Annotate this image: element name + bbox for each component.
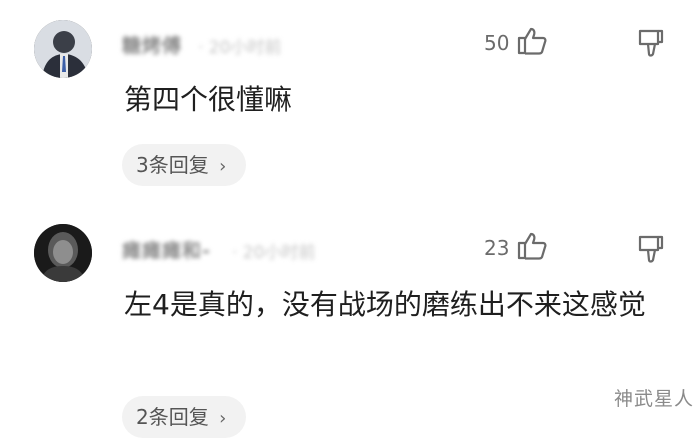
comment-item: 瘫瘫瘫和- · 20小时前 23 左4是真的，没有战场的磨练出不来这感觉 2条回… <box>0 0 700 438</box>
replies-label: 2条回复 <box>136 405 209 429</box>
comment-time: · 20小时前 <box>232 243 316 263</box>
thumbs-up-icon[interactable] <box>516 231 548 265</box>
username[interactable]: 瘫瘫瘫和- <box>122 236 211 263</box>
view-replies-button[interactable]: 2条回复 › <box>122 396 246 438</box>
avatar-image <box>34 224 92 282</box>
thumbs-down-icon[interactable] <box>636 234 666 268</box>
like-count: 23 <box>484 236 510 260</box>
comment-text: 左4是真的，没有战场的磨练出不来这感觉 <box>124 288 646 321</box>
avatar[interactable] <box>34 224 92 282</box>
watermark: 神武星人 <box>613 388 694 410</box>
chevron-right-icon: › <box>219 408 227 429</box>
